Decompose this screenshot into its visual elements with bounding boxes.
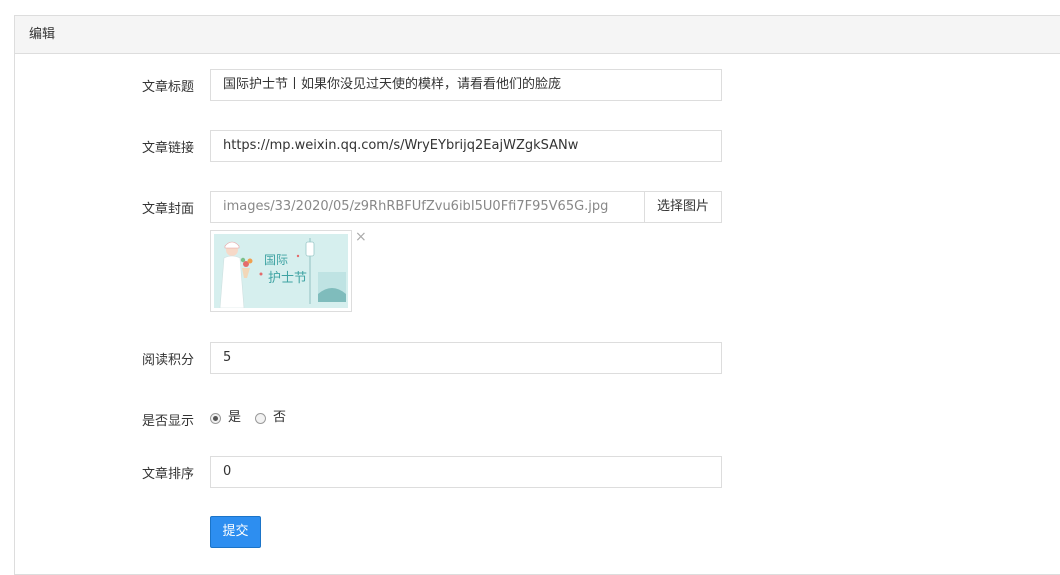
display-no-label[interactable]: 否 [273,409,286,427]
order-input[interactable]: 0 [210,456,722,488]
points-input[interactable]: 5 [210,342,722,374]
cover-thumbnail: 国际 护士节 [210,230,352,312]
title-label: 文章标题 [142,80,195,95]
display-no-radio[interactable] [255,412,267,424]
display-radio-group: 是 否 [210,409,300,427]
edit-panel: 编辑 文章标题 国际护士节丨如果你没见过天使的模样，请看看他们的脸庞 文章链接 … [14,15,1060,575]
remove-image-icon[interactable]: × [355,230,367,244]
submit-button[interactable]: 提交 [210,516,261,548]
cover-path-input[interactable]: images/33/2020/05/z9RhRBFUfZvu6ibI5U0Ffi… [210,191,645,223]
thumb-text-2: 护士节 [268,271,307,286]
cover-label: 文章封面 [142,202,195,217]
display-yes-label[interactable]: 是 [228,409,241,427]
cover-image: 国际 护士节 [214,234,348,308]
points-label: 阅读积分 [142,353,195,368]
display-yes-radio[interactable] [210,412,221,424]
thumb-text-1: 国际 [264,253,288,267]
link-label: 文章链接 [142,141,195,156]
link-input[interactable]: https://mp.weixin.qq.com/s/WryEYbrijq2Ea… [210,130,722,162]
panel-heading: 编辑 [15,16,1060,54]
order-label: 文章排序 [142,467,195,482]
title-input[interactable]: 国际护士节丨如果你没见过天使的模样，请看看他们的脸庞 [210,69,722,101]
select-image-button[interactable]: 选择图片 [644,191,722,223]
display-label: 是否显示 [142,414,195,429]
